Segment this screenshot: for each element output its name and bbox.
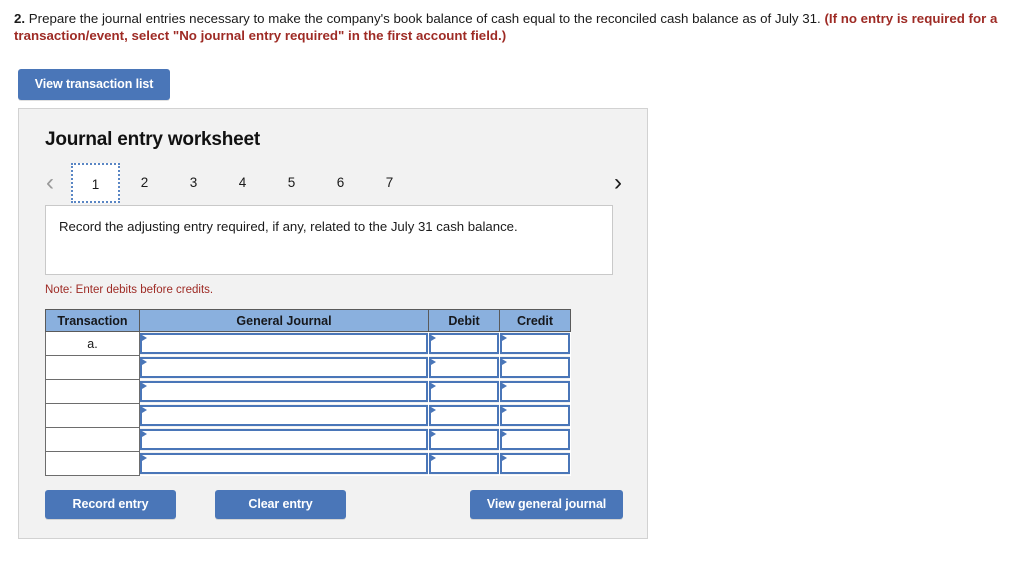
table-row xyxy=(45,403,571,428)
table-row xyxy=(45,379,571,404)
transaction-label xyxy=(45,403,140,428)
worksheet-instruction: Record the adjusting entry required, if … xyxy=(45,205,613,275)
clear-entry-button[interactable]: Clear entry xyxy=(215,490,346,519)
debit-input[interactable] xyxy=(429,357,499,378)
card-title: Journal entry worksheet xyxy=(45,129,261,150)
chevron-left-icon[interactable]: ‹ xyxy=(37,161,63,205)
record-entry-button[interactable]: Record entry xyxy=(45,490,176,519)
transaction-label xyxy=(45,355,140,380)
transaction-label xyxy=(45,427,140,452)
column-header-credit: Credit xyxy=(499,309,571,332)
debit-input-cell[interactable] xyxy=(428,427,500,452)
chevron-right-icon[interactable]: › xyxy=(605,161,631,205)
column-header-general-journal: General Journal xyxy=(139,309,429,332)
transaction-label: a. xyxy=(45,331,140,356)
general-journal-input-cell[interactable] xyxy=(139,331,429,356)
debit-input-cell[interactable] xyxy=(428,403,500,428)
worksheet-tab-6[interactable]: 6 xyxy=(316,163,365,203)
transaction-label xyxy=(45,451,140,476)
general-journal-input-cell[interactable] xyxy=(139,379,429,404)
credit-input[interactable] xyxy=(500,357,570,378)
general-journal-input[interactable] xyxy=(140,405,428,426)
journal-entry-worksheet-card: Journal entry worksheet ‹ 1234567 › Reco… xyxy=(18,108,648,539)
debit-input-cell[interactable] xyxy=(428,451,500,476)
credit-input-cell[interactable] xyxy=(499,427,571,452)
general-journal-input[interactable] xyxy=(140,381,428,402)
question-number: 2. xyxy=(14,11,26,26)
worksheet-tab-7[interactable]: 7 xyxy=(365,163,414,203)
general-journal-input-cell[interactable] xyxy=(139,355,429,380)
worksheet-tab-3[interactable]: 3 xyxy=(169,163,218,203)
credit-input-cell[interactable] xyxy=(499,451,571,476)
debit-input[interactable] xyxy=(429,405,499,426)
general-journal-input[interactable] xyxy=(140,453,428,474)
credit-input-cell[interactable] xyxy=(499,403,571,428)
worksheet-tab-1[interactable]: 1 xyxy=(71,163,120,203)
column-header-debit: Debit xyxy=(428,309,500,332)
debit-input-cell[interactable] xyxy=(428,331,500,356)
debit-input-cell[interactable] xyxy=(428,355,500,380)
debit-input[interactable] xyxy=(429,453,499,474)
column-header-transaction: Transaction xyxy=(45,309,140,332)
worksheet-tab-strip: ‹ 1234567 › xyxy=(37,161,631,205)
table-row: a. xyxy=(45,331,571,356)
question-prompt: 2. Prepare the journal entries necessary… xyxy=(14,10,1006,44)
table-row xyxy=(45,451,571,476)
credit-input[interactable] xyxy=(500,333,570,354)
table-row xyxy=(45,355,571,380)
worksheet-tab-4[interactable]: 4 xyxy=(218,163,267,203)
debit-input[interactable] xyxy=(429,333,499,354)
table-header-row: Transaction General Journal Debit Credit xyxy=(45,309,571,332)
general-journal-input-cell[interactable] xyxy=(139,403,429,428)
credit-input-cell[interactable] xyxy=(499,355,571,380)
debit-input[interactable] xyxy=(429,381,499,402)
general-journal-input[interactable] xyxy=(140,357,428,378)
general-journal-input[interactable] xyxy=(140,333,428,354)
view-general-journal-button[interactable]: View general journal xyxy=(470,490,623,519)
credit-input[interactable] xyxy=(500,381,570,402)
transaction-label xyxy=(45,379,140,404)
credit-input[interactable] xyxy=(500,429,570,450)
general-journal-input-cell[interactable] xyxy=(139,427,429,452)
table-row xyxy=(45,427,571,452)
journal-entry-table: Transaction General Journal Debit Credit… xyxy=(45,309,571,476)
credit-input-cell[interactable] xyxy=(499,379,571,404)
general-journal-input[interactable] xyxy=(140,429,428,450)
credit-input[interactable] xyxy=(500,453,570,474)
worksheet-tab-2[interactable]: 2 xyxy=(120,163,169,203)
question-text: Prepare the journal entries necessary to… xyxy=(25,11,825,26)
view-transaction-list-button[interactable]: View transaction list xyxy=(18,69,170,100)
debits-before-credits-note: Note: Enter debits before credits. xyxy=(45,284,214,296)
general-journal-input-cell[interactable] xyxy=(139,451,429,476)
debit-input[interactable] xyxy=(429,429,499,450)
worksheet-tab-5[interactable]: 5 xyxy=(267,163,316,203)
credit-input-cell[interactable] xyxy=(499,331,571,356)
debit-input-cell[interactable] xyxy=(428,379,500,404)
credit-input[interactable] xyxy=(500,405,570,426)
